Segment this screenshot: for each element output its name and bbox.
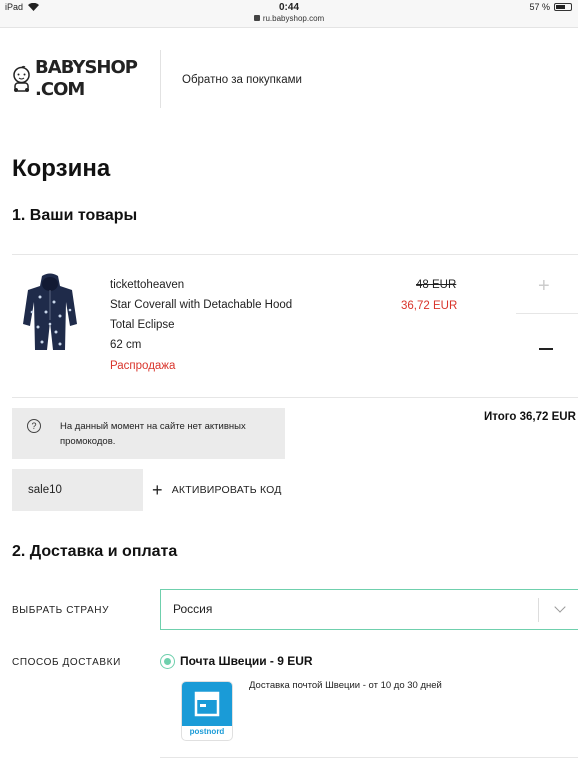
select-divider <box>538 598 539 622</box>
order-total: Итого 36,72 EUR <box>484 411 576 423</box>
decrease-quantity-button[interactable] <box>539 348 553 350</box>
shipping-description: Доставка почтой Швеции - от 10 до 30 дне… <box>249 680 442 691</box>
activate-code-label: АКТИВИРОВАТЬ КОД <box>171 484 282 496</box>
promo-info-box: ? На данный момент на сайте нет активных… <box>12 408 285 459</box>
activate-code-button[interactable]: + АКТИВИРОВАТЬ КОД <box>152 481 282 499</box>
country-value: Россия <box>173 602 213 616</box>
status-right: 57 % <box>529 2 572 12</box>
postnord-box-icon <box>182 682 232 726</box>
logo-line1: BABYSHOP <box>35 57 138 78</box>
divider <box>12 254 578 255</box>
header-divider <box>160 50 161 108</box>
product-brand[interactable]: tickettoheaven <box>110 279 184 291</box>
product-name[interactable]: Star Coverall with Detachable Hood <box>110 299 292 311</box>
postnord-logo: postnord <box>181 681 233 741</box>
country-select[interactable]: Россия <box>160 589 578 630</box>
url-text: ru.babyshop.com <box>262 14 325 23</box>
product-color: Total Eclipse <box>110 319 175 331</box>
divider <box>160 757 578 758</box>
increase-quantity-button[interactable]: + <box>538 276 550 296</box>
battery-percent: 57 % <box>529 2 550 12</box>
question-icon: ? <box>27 419 41 433</box>
promo-info-text: На данный момент на сайте нет активных п… <box>60 421 246 447</box>
back-to-shopping-link[interactable]: Обратно за покупками <box>182 74 302 86</box>
section-items-title: 1. Ваши товары <box>12 207 138 224</box>
chevron-down-icon <box>554 601 566 613</box>
logo-line2: .COM <box>35 79 85 100</box>
status-bar: iPad 0:44 ru.babyshop.com 57 % <box>0 0 578 28</box>
babyshop-logo[interactable]: BABYSHOP .COM <box>12 50 138 108</box>
lock-icon <box>253 15 260 21</box>
shipping-method-label: СПОСОБ ДОСТАВКИ <box>12 657 121 668</box>
page-title: Корзина <box>12 155 111 182</box>
shipping-option-name[interactable]: Почта Швеции - 9 EUR <box>180 654 313 668</box>
postnord-label: postnord <box>189 727 225 736</box>
divider <box>12 397 578 398</box>
logo-wordmark: BABYSHOP .COM <box>35 57 138 101</box>
baby-face-icon <box>13 65 30 93</box>
plus-icon: + <box>152 480 163 500</box>
country-label: ВЫБРАТЬ СТРАНУ <box>12 605 110 616</box>
old-price: 48 EUR <box>416 279 457 291</box>
quantity-divider <box>516 313 578 314</box>
clock: 0:44 <box>278 2 299 13</box>
sale-price: 36,72 EUR <box>401 300 458 312</box>
sale-badge: Распродажа <box>110 360 176 372</box>
shipping-option-radio[interactable] <box>160 654 175 669</box>
battery-icon <box>554 3 572 11</box>
promo-code-input[interactable] <box>12 469 143 511</box>
section-shipping-title: 2. Доставка и оплата <box>12 543 178 560</box>
product-size: 62 cm <box>110 339 142 351</box>
address-bar[interactable]: ru.babyshop.com <box>0 14 578 23</box>
product-image[interactable] <box>20 272 80 354</box>
